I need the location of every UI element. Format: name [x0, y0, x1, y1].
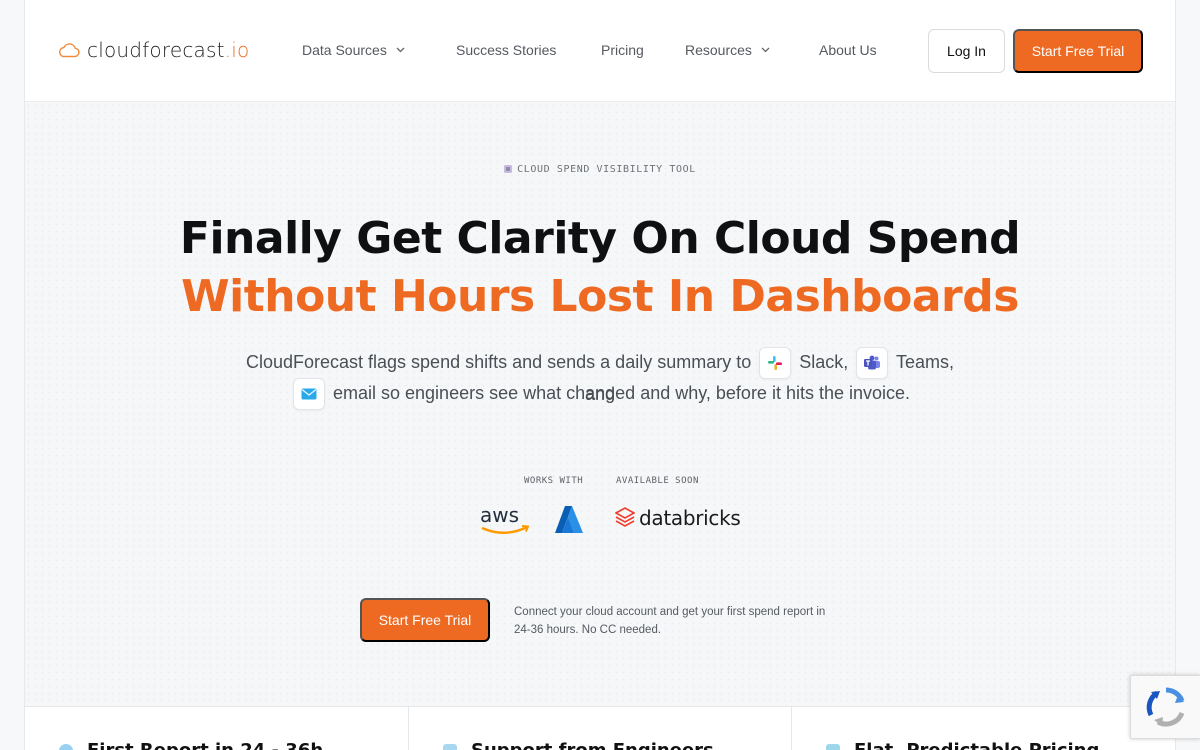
available-soon-label: AVAILABLE SOON [616, 476, 699, 486]
tag-icon [826, 744, 840, 750]
recaptcha-badge[interactable] [1130, 675, 1200, 739]
chat-icon [443, 744, 457, 750]
hero-subtitle-line-2: email so engineers see what changed and … [230, 378, 970, 411]
hero-eyebrow: CLOUD SPEND VISIBILITY TOOL [0, 164, 1200, 175]
recaptcha-icon [1146, 687, 1184, 727]
databricks-logo: databricks [615, 506, 741, 530]
email-icon [292, 378, 325, 411]
nav-label: Data Sources [302, 42, 387, 58]
cta-note: Connect your cloud account and get your … [514, 606, 826, 636]
feature-cards: First Report in 24 - 36h Support from En… [25, 706, 1175, 750]
aws-wordmark: aws [480, 503, 519, 527]
feature-title: First Report in 24 - 36h [87, 740, 323, 750]
aws-logo: aws [479, 503, 531, 542]
works-with-label: WORKS WITH [524, 476, 584, 486]
hero-title-line-2: Without Hours Lost In Dashboards [181, 271, 1019, 322]
azure-logo [554, 506, 584, 538]
teams-icon [856, 347, 889, 380]
chevron-down-icon [396, 47, 405, 53]
login-button[interactable]: Log In [928, 29, 1005, 73]
top-navigation: cloudforecast.io Data Sources Success St… [25, 0, 1175, 102]
nav-label: Success Stories [456, 42, 557, 58]
nav-label: Resources [685, 42, 752, 58]
databricks-wordmark: databricks [639, 506, 741, 530]
feature-card-pricing: Flat, Predictable Pricing [792, 707, 1175, 750]
nav-item-success-stories[interactable]: Success Stories [456, 42, 556, 58]
feature-title: Support from Engineers [471, 740, 714, 750]
nav-item-data-sources[interactable]: Data Sources [302, 42, 405, 58]
eyebrow-text: CLOUD SPEND VISIBILITY TOOL [517, 164, 696, 175]
nav-item-resources[interactable]: Resources [685, 42, 770, 58]
nav-item-pricing[interactable]: Pricing [601, 42, 644, 58]
brand-name: cloudforecast.io [87, 38, 250, 62]
nav-label: Pricing [601, 42, 644, 58]
subtitle-text: email so engineers see what changed and … [333, 383, 911, 403]
nav-label: About Us [819, 42, 877, 58]
hero-start-free-trial-button[interactable]: Start Free Trial [360, 598, 490, 642]
slack-icon [759, 347, 792, 380]
clock-icon [59, 744, 73, 750]
chevron-down-icon [761, 47, 770, 53]
feature-card-first-report: First Report in 24 - 36h [25, 707, 409, 750]
brand-logo[interactable]: cloudforecast.io [57, 38, 249, 62]
databricks-icon [615, 507, 635, 527]
subtitle-text: CloudForecast flags spend shifts and sen… [245, 352, 752, 372]
cloud-logo-icon [59, 43, 80, 58]
chart-icon [504, 165, 513, 173]
slack-label: Slack, [799, 352, 849, 372]
nav-item-about-us[interactable]: About Us [819, 42, 877, 58]
hero-title-line-1: Finally Get Clarity On Cloud Spend [179, 213, 1021, 264]
feature-title: Flat, Predictable Pricing [854, 740, 1099, 750]
feature-card-support: Support from Engineers [409, 707, 792, 750]
start-free-trial-button[interactable]: Start Free Trial [1013, 29, 1143, 73]
